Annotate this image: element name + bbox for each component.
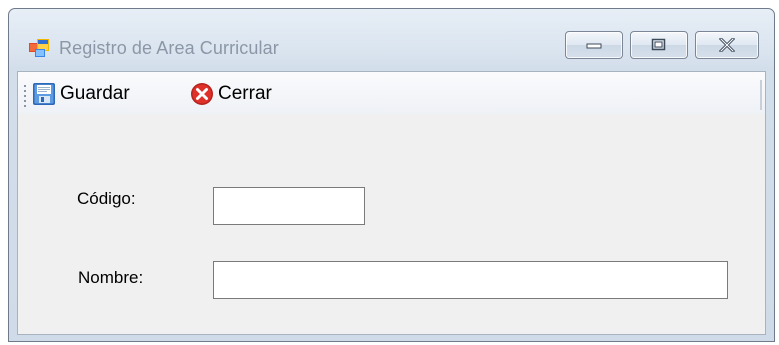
toolbar: Guardar Cerrar (18, 72, 765, 114)
maximize-icon (651, 38, 666, 51)
toolbar-divider (760, 80, 762, 110)
codigo-input[interactable] (213, 187, 365, 225)
nombre-label: Nombre: (78, 268, 144, 287)
minimize-icon (586, 43, 602, 49)
red-x-circle-icon (190, 82, 214, 106)
save-button[interactable]: Guardar (32, 80, 130, 108)
nombre-input[interactable] (213, 261, 728, 299)
window-frame: Registro de Area Curricular Guardar Cerr… (8, 8, 775, 342)
window-title: Registro de Area Curricular (59, 38, 279, 58)
save-button-label: Guardar (60, 83, 130, 104)
app-window-icon (29, 39, 49, 57)
close-button[interactable] (695, 31, 759, 59)
form-client-area: Guardar Cerrar Código: Nombre: (17, 71, 766, 335)
close-icon (718, 38, 736, 52)
maximize-button[interactable] (630, 31, 688, 59)
title-bar[interactable]: Registro de Area Curricular (9, 9, 774, 71)
cerrar-button-label: Cerrar (218, 83, 272, 104)
minimize-button[interactable] (565, 31, 623, 59)
floppy-disk-icon (32, 82, 56, 106)
cerrar-button[interactable]: Cerrar (190, 80, 272, 108)
toolbar-grip[interactable] (23, 84, 27, 108)
codigo-label: Código: (77, 189, 136, 208)
